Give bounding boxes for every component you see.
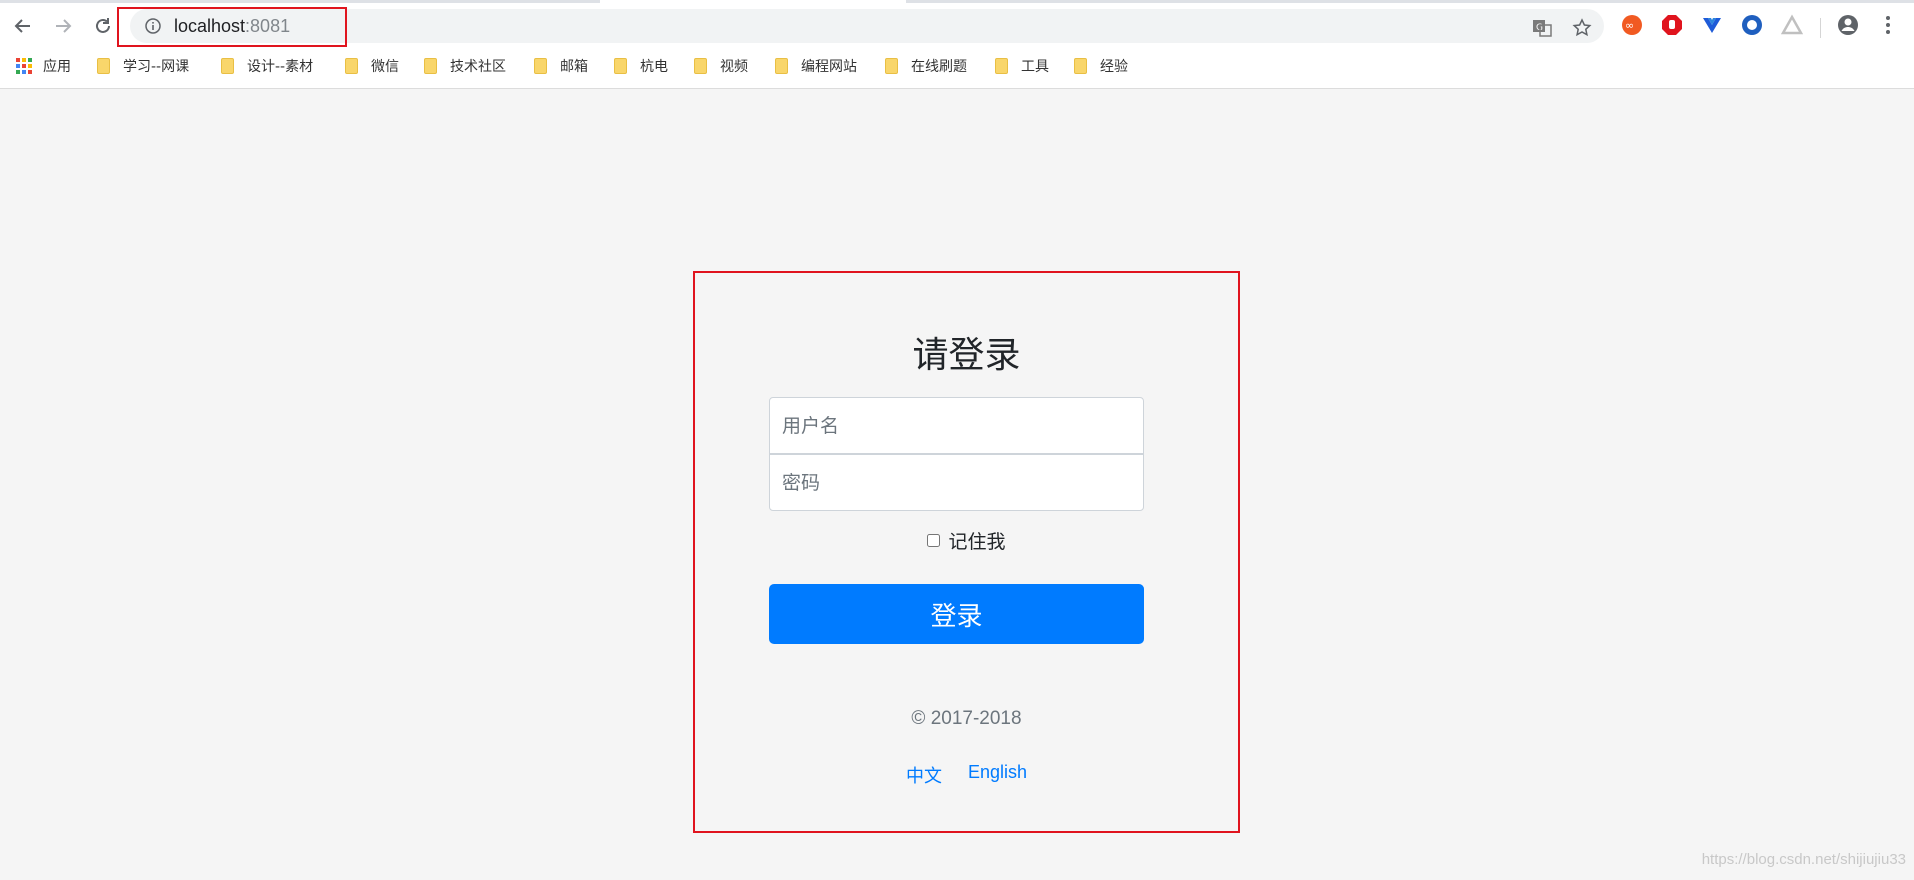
folder-icon: [97, 58, 110, 74]
bookmark-label: 学习--网课: [123, 59, 190, 75]
toolbar-divider: [1820, 18, 1821, 38]
extension-infinity[interactable]: ∞: [1620, 14, 1644, 36]
bookmark-label: 应用: [43, 59, 71, 75]
folder-icon: [1074, 58, 1087, 74]
translate-icon: G: [1533, 20, 1552, 37]
extension-octotree[interactable]: [1740, 14, 1764, 36]
bookmark-folder[interactable]: 在线刷题: [885, 55, 967, 77]
extension-gray[interactable]: [1780, 14, 1804, 36]
watermark: https://blog.csdn.net/shijiujiu33: [1701, 851, 1906, 868]
reload-icon: [96, 18, 110, 33]
bookmark-folder[interactable]: 杭电: [614, 55, 668, 77]
bookmark-folder[interactable]: 学习--网课: [97, 55, 189, 77]
url-highlight-box: [117, 7, 347, 47]
bookmarks-bar: 应用 学习--网课 设计--素材 微信 技术社区 邮箱 杭电 视频 编程网站 在…: [0, 52, 1914, 80]
bookmark-star-button[interactable]: [1570, 17, 1594, 39]
arrow-right-icon: [56, 19, 72, 33]
folder-icon: [995, 58, 1008, 74]
arrow-left-icon: [14, 19, 30, 33]
more-vert-icon: [1886, 16, 1890, 34]
folder-icon: [614, 58, 627, 74]
bookmark-folder[interactable]: 工具: [995, 55, 1049, 77]
language-switcher: 中文 English: [693, 762, 1240, 788]
remember-me-checkbox[interactable]: [927, 534, 941, 547]
extension-adblock[interactable]: [1660, 14, 1684, 36]
triangle-mark-icon: [1781, 14, 1803, 35]
account-circle-icon: [1838, 15, 1858, 35]
remember-me-label: 记住我: [948, 531, 1006, 553]
bookmark-label: 编程网站: [801, 59, 857, 75]
forward-button[interactable]: [46, 11, 80, 41]
profile-button[interactable]: [1836, 14, 1860, 36]
password-input[interactable]: [769, 454, 1144, 511]
octocat-icon: [1742, 15, 1762, 35]
translate-button[interactable]: G: [1530, 17, 1554, 39]
back-button[interactable]: [6, 11, 40, 41]
star-icon: [1572, 18, 1592, 37]
bookmark-label: 杭电: [640, 59, 668, 75]
folder-icon: [885, 58, 898, 74]
bookmark-label: 邮箱: [560, 59, 588, 75]
bookmark-folder[interactable]: 编程网站: [775, 55, 857, 77]
login-button[interactable]: 登录: [769, 584, 1144, 644]
bookmark-label: 技术社区: [450, 59, 506, 75]
bookmark-folder[interactable]: 技术社区: [424, 55, 506, 77]
vue-logo-icon: [1703, 18, 1721, 33]
tab-strip: [0, 0, 1914, 3]
apps-grid-icon: [16, 58, 32, 74]
bookmark-label: 工具: [1021, 59, 1049, 75]
bookmark-label: 经验: [1100, 59, 1128, 75]
hand-stop-icon: [1662, 15, 1682, 35]
bookmark-folder[interactable]: 经验: [1074, 55, 1128, 77]
folder-icon: [345, 58, 358, 74]
address-bar[interactable]: localhost:8081 G: [130, 9, 1604, 43]
username-input[interactable]: [769, 397, 1144, 454]
bookmark-label: 微信: [371, 59, 399, 75]
browser-menu-button[interactable]: [1876, 14, 1900, 36]
bookmark-label: 视频: [720, 59, 748, 75]
bookmark-folder[interactable]: 设计--素材: [221, 55, 313, 77]
active-tab-edge: [600, 0, 906, 3]
extension-vue-devtools[interactable]: [1700, 14, 1724, 36]
reload-button[interactable]: [86, 11, 120, 41]
folder-icon: [221, 58, 234, 74]
bookmark-folder[interactable]: 微信: [345, 55, 399, 77]
svg-text:∞: ∞: [1625, 19, 1634, 32]
copyright-text: © 2017-2018: [911, 708, 1022, 729]
bookmark-folder[interactable]: 邮箱: [534, 55, 588, 77]
folder-icon: [694, 58, 707, 74]
lang-zh-link[interactable]: 中文: [906, 762, 942, 788]
remember-me[interactable]: 记住我: [693, 527, 1240, 554]
bookmark-label: 在线刷题: [911, 59, 967, 75]
folder-icon: [424, 58, 437, 74]
bookmark-folder[interactable]: 视频: [694, 55, 748, 77]
infinity-icon: ∞: [1622, 15, 1642, 35]
browser-chrome: localhost:8081 G ∞ 应用 学习--网课 设计--素材 微信 技…: [0, 0, 1914, 89]
lang-en-link[interactable]: English: [968, 762, 1027, 788]
folder-icon: [775, 58, 788, 74]
page-title: 请登录: [912, 335, 1021, 376]
bookmark-apps[interactable]: 应用: [16, 55, 71, 77]
folder-icon: [534, 58, 547, 74]
bookmark-label: 设计--素材: [247, 59, 314, 75]
